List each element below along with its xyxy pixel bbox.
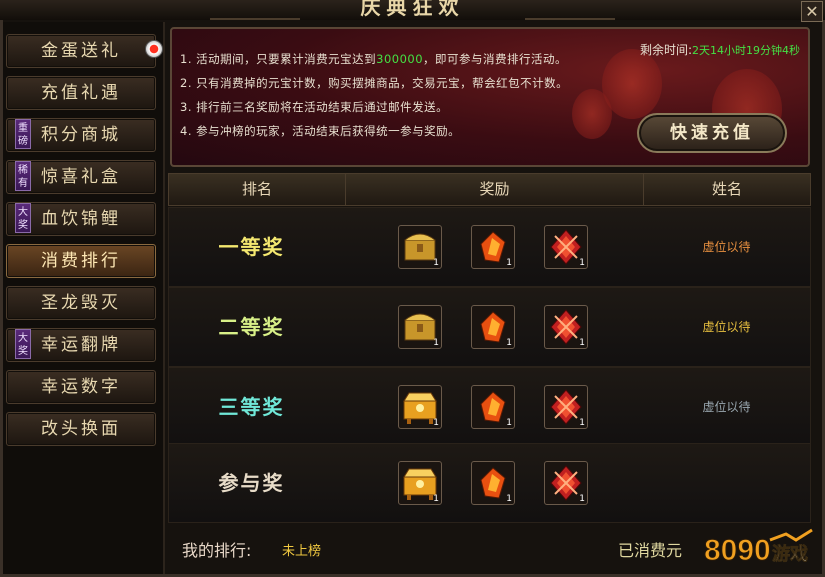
sidebar-item-label: 惊喜礼盒 xyxy=(41,167,121,187)
window-title: 庆典狂欢 xyxy=(360,0,465,19)
sidebar-item-label: 圣龙毁灭 xyxy=(41,293,121,313)
header-reward: 奖励 xyxy=(346,174,644,205)
header-name: 姓名 xyxy=(711,180,742,198)
sidebar-item-label: 充值礼遇 xyxy=(41,83,121,103)
sidebar-item-5[interactable]: 消费排行 xyxy=(6,244,156,278)
title-ornament-right xyxy=(525,0,615,20)
gold-chest-icon[interactable]: 1 xyxy=(398,225,442,269)
item-count: 1 xyxy=(579,494,585,504)
lantern-decoration xyxy=(572,89,612,139)
title-ornament-left xyxy=(210,0,300,20)
item-count: 1 xyxy=(506,338,512,348)
sidebar-item-2[interactable]: 积分商城 重磅 xyxy=(6,118,156,152)
red-crystal-icon[interactable]: 1 xyxy=(544,461,588,505)
item-count: 1 xyxy=(579,418,585,428)
rule-line-4: 4. 参与冲榜的玩家，活动结束后获得统一参与奖励。 xyxy=(180,124,461,138)
header-rank: 排名 xyxy=(169,174,346,205)
item-count: 1 xyxy=(433,258,439,268)
svg-text:游戏: 游戏 xyxy=(772,543,808,565)
ornate-chest-icon[interactable]: 1 xyxy=(398,461,442,505)
quick-recharge-button[interactable]: 快速充值 xyxy=(637,113,787,153)
sidebar-badge: 大奖 xyxy=(15,203,31,233)
svg-text:8090: 8090 xyxy=(704,534,771,567)
red-crystal-icon[interactable]: 1 xyxy=(544,385,588,429)
sidebar-item-6[interactable]: 圣龙毁灭 xyxy=(6,286,156,320)
notification-dot-icon xyxy=(145,40,163,58)
player-name: 虚位以待 xyxy=(702,400,751,414)
event-banner: 1. 活动期间，只要累计消费元宝达到300000，即可参与消费排行活动。 2. … xyxy=(170,27,810,167)
sidebar-badge: 大奖 xyxy=(15,329,31,359)
player-name: 虚位以待 xyxy=(702,320,751,334)
sidebar-item-9[interactable]: 改头换面 xyxy=(6,412,156,446)
sidebar-item-label: 血饮锦鲤 xyxy=(41,209,121,229)
close-button[interactable]: ✕ xyxy=(801,1,823,22)
table-row: 三等奖 1 1 1 虚位以待 xyxy=(168,367,811,447)
sidebar-item-label: 改头换面 xyxy=(41,419,121,439)
timer-value: 2天14小时19分钟4秒 xyxy=(692,44,800,57)
sidebar-badge: 重磅 xyxy=(15,119,31,149)
rank-label: 一等奖 xyxy=(218,235,285,259)
rule-line-1: 1. 活动期间，只要累计消费元宝达到300000，即可参与消费排行活动。 xyxy=(180,52,568,66)
sidebar-item-label: 消费排行 xyxy=(41,251,121,271)
sidebar-item-4[interactable]: 血饮锦鲤 大奖 xyxy=(6,202,156,236)
my-rank-label: 我的排行: xyxy=(182,541,252,560)
my-rank-value: 未上榜 xyxy=(282,544,322,559)
flame-gem-icon[interactable]: 1 xyxy=(471,225,515,269)
item-count: 1 xyxy=(433,494,439,504)
player-name: 虚位以待 xyxy=(702,240,751,254)
rule-line-3: 3. 排行前三名奖励将在活动结束后通过邮件发送。 xyxy=(180,100,449,114)
sidebar-badge: 稀有 xyxy=(15,161,31,191)
table-row: 参与奖 1 1 1 xyxy=(168,443,811,523)
item-count: 1 xyxy=(579,338,585,348)
sidebar: 金蛋送礼 充值礼遇 积分商城 重磅 惊喜礼盒 稀有 血饮锦鲤 大奖 消费排行 圣龙毁灭 幸运翻牌 大奖… xyxy=(3,22,165,574)
flame-gem-icon[interactable]: 1 xyxy=(471,385,515,429)
rank-label: 参与奖 xyxy=(218,471,285,495)
flame-gem-icon[interactable]: 1 xyxy=(471,305,515,349)
item-count: 1 xyxy=(433,418,439,428)
red-crystal-icon[interactable]: 1 xyxy=(544,225,588,269)
sidebar-item-label: 金蛋送礼 xyxy=(41,41,121,61)
item-count: 1 xyxy=(506,494,512,504)
item-count: 1 xyxy=(506,258,512,268)
item-count: 1 xyxy=(579,258,585,268)
title-bar: 庆典狂欢 xyxy=(0,0,825,20)
rank-label: 三等奖 xyxy=(218,395,285,419)
site-watermark-logo: 8090 游戏 xyxy=(704,528,813,568)
sidebar-item-label: 幸运翻牌 xyxy=(41,335,121,355)
rank-label: 二等奖 xyxy=(218,315,285,339)
red-crystal-icon[interactable]: 1 xyxy=(544,305,588,349)
ranking-table-header: 排名 奖励 姓名 xyxy=(168,173,811,206)
flame-gem-icon[interactable]: 1 xyxy=(471,461,515,505)
sidebar-item-1[interactable]: 充值礼遇 xyxy=(6,76,156,110)
spent-label: 已消费元 xyxy=(618,541,683,560)
gold-chest-icon[interactable]: 1 xyxy=(398,305,442,349)
table-row: 一等奖 1 1 1 虚位以待 xyxy=(168,207,811,287)
item-count: 1 xyxy=(506,418,512,428)
rule-line-2: 2. 只有消费掉的元宝计数，购买摆摊商品，交易元宝，帮会红包不计数。 xyxy=(180,76,569,90)
countdown-timer: 剩余时间:2天14小时19分钟4秒 xyxy=(640,41,800,58)
ornate-chest-icon[interactable]: 1 xyxy=(398,385,442,429)
sidebar-item-3[interactable]: 惊喜礼盒 稀有 xyxy=(6,160,156,194)
table-row: 二等奖 1 1 1 虚位以待 xyxy=(168,287,811,367)
sidebar-item-7[interactable]: 幸运翻牌 大奖 xyxy=(6,328,156,362)
item-count: 1 xyxy=(433,338,439,348)
sidebar-item-label: 幸运数字 xyxy=(41,377,121,397)
sidebar-item-8[interactable]: 幸运数字 xyxy=(6,370,156,404)
timer-label: 剩余时间: xyxy=(639,43,692,57)
sidebar-item-0[interactable]: 金蛋送礼 xyxy=(6,34,163,68)
player-name xyxy=(644,444,809,522)
sidebar-item-label: 积分商城 xyxy=(41,125,121,145)
